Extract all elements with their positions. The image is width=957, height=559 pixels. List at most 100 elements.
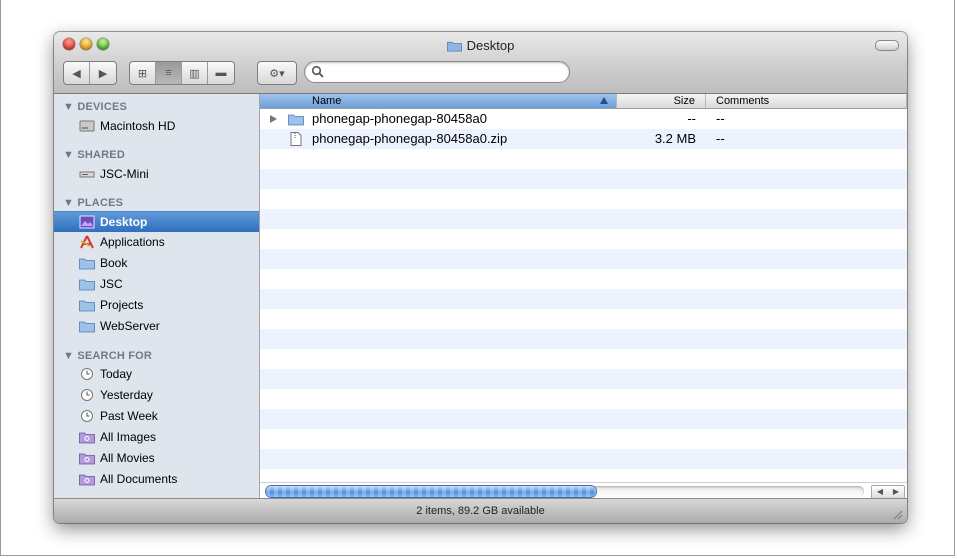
action-menu-button[interactable]: ⚙▾ [258,62,296,84]
window-title: Desktop [54,38,907,53]
sidebar-item-label: All Movies [100,451,155,465]
sidebar-section-search-for[interactable]: ▼ SEARCH FOR [63,350,152,362]
sidebar-section-devices[interactable]: ▼ DEVICES [63,101,127,113]
empty-row [260,409,907,429]
coverflow-view-icon: ▬ [215,67,227,79]
sidebar-item-today[interactable]: Today [54,364,259,384]
window-title-text: Desktop [466,38,515,53]
nav-buttons: ◀ ▶ [63,61,117,85]
folder-icon [79,321,95,333]
disclosure-triangle-icon[interactable] [270,115,277,123]
smart-folder-icon [79,474,95,486]
file-name: phonegap-phonegap-80458a0 [312,111,487,126]
icon-view-icon: ⊞ [137,67,148,80]
empty-row [260,229,907,249]
clock-icon [81,410,93,422]
toolbar-toggle-button[interactable] [875,40,899,51]
sidebar-item-all-movies[interactable]: All Movies [54,448,259,468]
empty-row [260,289,907,309]
column-header-name[interactable]: Name [260,94,617,108]
empty-row [260,309,907,329]
empty-row [260,149,907,169]
sidebar-item-label: All Images [100,430,157,444]
view-switcher: ⊞ ≡ ▥ ▬ [129,61,235,85]
sidebar-item-webserver[interactable]: WebServer [54,316,259,336]
clock-icon [81,368,93,380]
sidebar-item-projects[interactable]: Projects [54,295,259,315]
sidebar-item-jsc[interactable]: JSC [54,274,259,294]
table-row[interactable]: phonegap-phonegap-80458a0 -- -- [260,109,907,129]
sidebar-item-book[interactable]: Book [54,253,259,273]
smart-folder-icon [79,432,95,444]
horizontal-scrollbar[interactable]: ◀ ▶ [260,482,907,499]
empty-row [260,189,907,209]
table-row[interactable]: phonegap-phonegap-80458a0.zip 3.2 MB -- [260,129,907,149]
status-text: 2 items, 89.2 GB available [416,505,545,517]
column-header-label: Size [673,95,695,107]
back-button[interactable]: ◀ [64,62,90,84]
empty-row [260,369,907,389]
sidebar-item-label: Applications [100,235,165,249]
applications-icon [80,235,94,249]
column-header-label: Name [312,95,342,107]
column-view-button[interactable]: ▥ [182,62,208,84]
file-comments: -- [716,131,725,146]
file-name: phonegap-phonegap-80458a0.zip [312,131,508,146]
sidebar-item-past-week[interactable]: Past Week [54,406,259,426]
icon-view-button[interactable]: ⊞ [130,62,156,84]
scroll-arrow-buttons: ◀ ▶ [871,485,905,499]
scroll-right-button[interactable]: ▶ [888,486,904,498]
sidebar-item-all-documents[interactable]: All Documents [54,469,259,489]
zip-file-icon [290,132,302,146]
column-header-comments[interactable]: Comments [706,94,907,108]
search-field[interactable] [304,61,570,83]
list-rows: phonegap-phonegap-80458a0 -- -- phonegap… [260,109,907,469]
file-list[interactable]: Name Size Comments phonegap-phonegap-804… [260,94,907,498]
empty-row [260,269,907,289]
file-size: 3.2 MB [654,131,696,146]
sidebar-item-label: All Documents [100,472,178,486]
sidebar-item-label: Past Week [100,409,158,423]
scroll-left-button[interactable]: ◀ [872,486,888,498]
folder-icon [79,279,95,291]
sidebar-item-desktop[interactable]: Desktop [54,211,259,232]
folder-icon [79,300,95,312]
clock-icon [81,389,93,401]
list-view-button[interactable]: ≡ [156,62,182,84]
sidebar-item-label: Yesterday [100,388,153,402]
empty-row [260,329,907,349]
sidebar-item-label: Projects [100,298,144,312]
file-size: -- [687,111,696,126]
file-comments: -- [716,111,725,126]
folder-icon [446,41,462,52]
empty-row [260,389,907,409]
folder-icon [288,114,304,126]
sidebar-item-applications[interactable]: Applications [54,232,259,252]
sidebar-item-macintosh-hd[interactable]: Macintosh HD [54,116,259,136]
coverflow-view-button[interactable]: ▬ [208,62,234,84]
column-header-size[interactable]: Size [617,94,706,108]
smart-folder-icon [79,453,95,465]
sidebar-item-all-images[interactable]: All Images [54,427,259,447]
sidebar-item-label: Book [100,256,128,270]
empty-row [260,449,907,469]
title-bar[interactable]: Desktop ◀ ▶ ⊞ ≡ ▥ ▬ ⚙▾ [54,32,907,94]
sidebar-item-jsc-mini[interactable]: JSC-Mini [54,164,259,184]
sidebar-item-label: Macintosh HD [100,119,176,133]
sort-ascending-icon [600,97,608,104]
sidebar-item-yesterday[interactable]: Yesterday [54,385,259,405]
network-computer-icon [79,171,95,178]
list-view-icon: ≡ [165,67,172,79]
sidebar-section-shared[interactable]: ▼ SHARED [63,149,125,161]
folder-icon [79,258,95,270]
sidebar-item-label: Today [100,367,133,381]
search-icon [311,65,324,78]
forward-button[interactable]: ▶ [90,62,116,84]
sidebar-section-places[interactable]: ▼ PLACES [63,197,123,209]
sidebar-item-label: WebServer [100,319,160,333]
scroll-thumb[interactable] [266,486,596,497]
empty-row [260,249,907,269]
desktop-icon [79,215,95,229]
search-input[interactable] [327,63,561,81]
resize-grip-icon[interactable] [892,509,903,520]
